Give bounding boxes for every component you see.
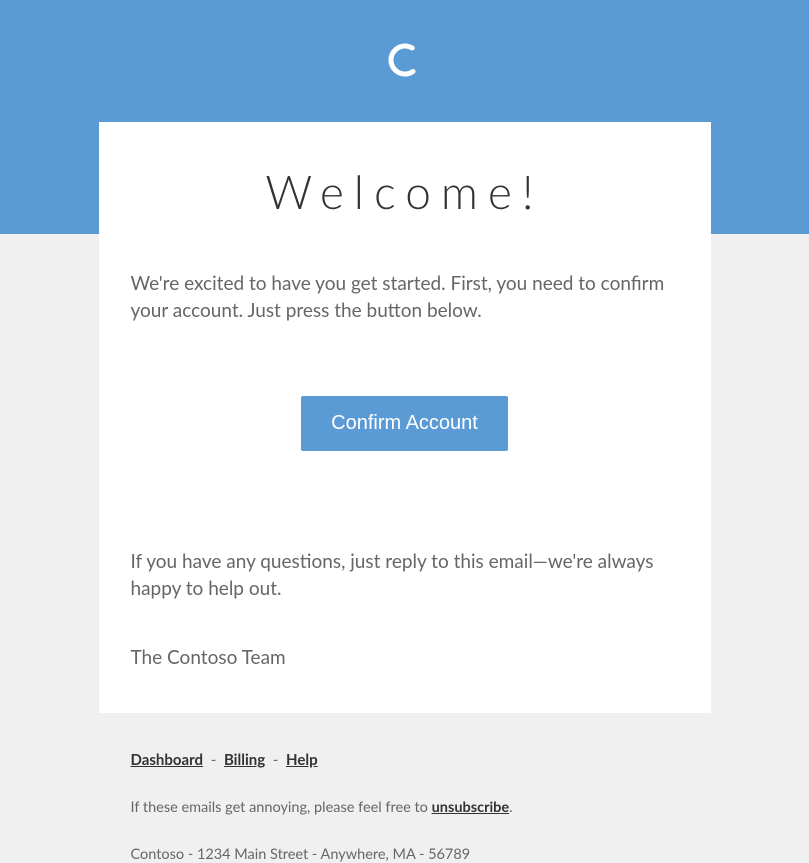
intro-text: We're excited to have you get started. F…	[131, 271, 679, 324]
help-link[interactable]: Help	[286, 751, 318, 769]
footer-address: Contoso - 1234 Main Street - Anywhere, M…	[131, 846, 679, 863]
questions-text: If you have any questions, just reply to…	[131, 549, 679, 602]
billing-link[interactable]: Billing	[224, 751, 265, 769]
email-card: Welcome! We're excited to have you get s…	[99, 122, 711, 713]
unsubscribe-link[interactable]: unsubscribe	[432, 799, 510, 816]
unsubscribe-prefix: If these emails get annoying, please fee…	[131, 799, 432, 816]
signoff-text: The Contoso Team	[131, 646, 679, 669]
dashboard-link[interactable]: Dashboard	[131, 751, 204, 769]
footer-separator: -	[207, 751, 221, 769]
button-wrapper: Confirm Account	[131, 396, 679, 451]
unsubscribe-text: If these emails get annoying, please fee…	[131, 799, 679, 816]
footer: Dashboard - Billing - Help If these emai…	[99, 713, 711, 863]
unsubscribe-suffix: .	[509, 799, 512, 816]
spinner-icon	[385, 40, 425, 80]
footer-links: Dashboard - Billing - Help	[131, 751, 679, 769]
footer-separator: -	[269, 751, 283, 769]
welcome-title: Welcome!	[131, 164, 679, 219]
confirm-account-button[interactable]: Confirm Account	[301, 396, 508, 451]
